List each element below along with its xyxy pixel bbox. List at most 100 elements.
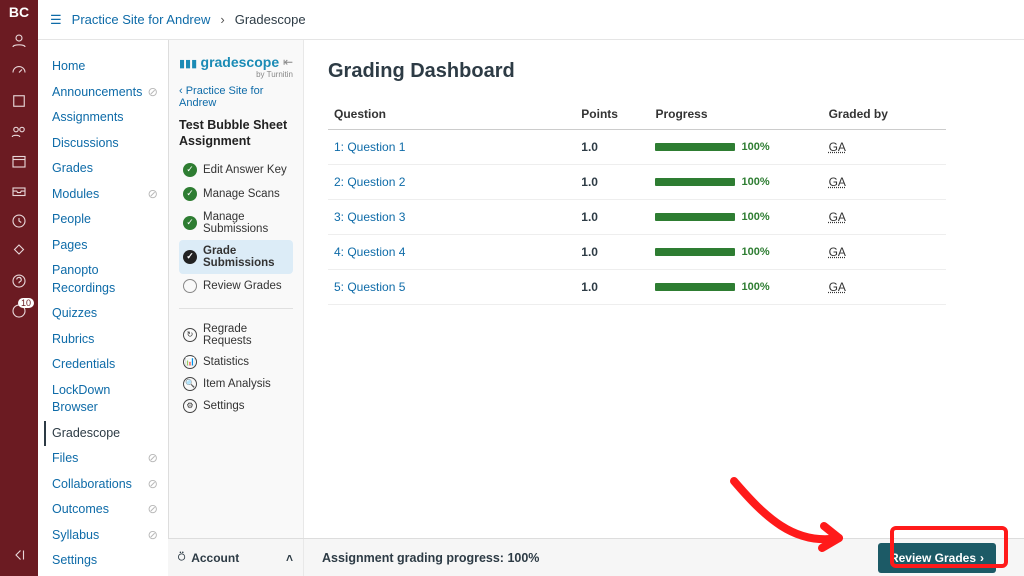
step-review-grades[interactable]: Review Grades: [179, 274, 293, 298]
nav-item-panopto-recordings[interactable]: Panopto Recordings: [52, 258, 158, 301]
nav-item-announcements[interactable]: Announcements⊘: [52, 80, 158, 106]
table-row: 2: Question 21.0100%GA: [328, 165, 946, 200]
nav-item-credentials[interactable]: Credentials: [52, 352, 158, 378]
graded-by-cell[interactable]: GA: [823, 165, 947, 200]
step-grade-submissions[interactable]: ✓Grade Submissions: [179, 240, 293, 274]
question-link[interactable]: 1: Question 1: [328, 130, 575, 165]
progress-cell: 100%: [649, 200, 822, 235]
nav-item-pages[interactable]: Pages: [52, 233, 158, 259]
points-cell: 1.0: [575, 130, 649, 165]
regrade-requests-icon: ↻: [183, 328, 197, 342]
chevron-right-icon: ›: [980, 551, 984, 565]
progress-bar: [655, 143, 735, 151]
points-cell: 1.0: [575, 235, 649, 270]
points-cell: 1.0: [575, 165, 649, 200]
notifications-icon[interactable]: 10: [10, 302, 28, 320]
current-step-icon: ✓: [183, 250, 197, 264]
progress-cell: 100%: [649, 270, 822, 305]
nav-item-gradescope[interactable]: Gradescope: [44, 421, 158, 447]
nav-item-home[interactable]: Home: [52, 54, 158, 80]
collapse-rail-icon[interactable]: [10, 546, 28, 564]
nav-item-rubrics[interactable]: Rubrics: [52, 327, 158, 353]
table-row: 4: Question 41.0100%GA: [328, 235, 946, 270]
gradescope-panel: ▮▮▮ gradescope ⇤ by Turnitin ‹ Practice …: [168, 40, 304, 538]
groups-icon[interactable]: [10, 122, 28, 140]
nav-item-assignments[interactable]: Assignments: [52, 105, 158, 131]
question-link[interactable]: 3: Question 3: [328, 200, 575, 235]
util-statistics[interactable]: 📊Statistics: [179, 351, 293, 373]
nav-item-files[interactable]: Files⊘: [52, 446, 158, 472]
step-manage-scans[interactable]: ✓Manage Scans: [179, 182, 293, 206]
inbox-icon[interactable]: [10, 182, 28, 200]
nav-item-lockdown-browser[interactable]: LockDown Browser: [52, 378, 158, 421]
assignment-title: Test Bubble Sheet Assignment: [179, 117, 293, 150]
chevron-up-icon: ˄: [286, 551, 293, 565]
menu-collapse-icon[interactable]: ⇤: [283, 55, 293, 69]
question-link[interactable]: 5: Question 5: [328, 270, 575, 305]
nav-item-grades[interactable]: Grades: [52, 156, 158, 182]
check-icon: ✓: [183, 163, 197, 177]
dashboard-icon[interactable]: [10, 62, 28, 80]
table-row: 5: Question 51.0100%GA: [328, 270, 946, 305]
points-cell: 1.0: [575, 270, 649, 305]
commons-icon[interactable]: [10, 242, 28, 260]
hamburger-icon[interactable]: ☰: [50, 12, 62, 28]
courses-icon[interactable]: [10, 92, 28, 110]
hidden-icon: ⊘: [148, 450, 158, 468]
graded-by-cell[interactable]: GA: [823, 235, 947, 270]
hidden-icon: ⊘: [148, 527, 158, 545]
course-nav: HomeAnnouncements⊘AssignmentsDiscussions…: [38, 40, 168, 576]
empty-circle-icon: [183, 279, 197, 293]
col-points: Points: [581, 107, 618, 121]
calendar-icon[interactable]: [10, 152, 28, 170]
nav-item-syllabus[interactable]: Syllabus⊘: [52, 523, 158, 549]
nav-item-settings[interactable]: Settings: [52, 548, 158, 574]
progress-bar: [655, 248, 735, 256]
chevron-right-icon: ›: [220, 12, 224, 27]
review-grades-button[interactable]: Review Grades›: [878, 543, 996, 573]
user-icon: ⍥: [178, 550, 185, 565]
gradescope-logo: ▮▮▮ gradescope: [179, 54, 279, 70]
question-link[interactable]: 4: Question 4: [328, 235, 575, 270]
graded-by-cell[interactable]: GA: [823, 130, 947, 165]
institution-logo[interactable]: BC: [9, 4, 29, 20]
nav-item-discussions[interactable]: Discussions: [52, 131, 158, 157]
hidden-icon: ⊘: [148, 476, 158, 494]
progress-cell: 100%: [649, 235, 822, 270]
page-title: Grading Dashboard: [328, 60, 1000, 83]
account-avatar-icon[interactable]: [10, 32, 28, 50]
back-to-course-link[interactable]: ‹ Practice Site for Andrew: [179, 85, 293, 109]
account-toggle[interactable]: ⍥Account ˄: [168, 539, 304, 576]
progress-bar: [655, 178, 735, 186]
step-manage-submissions[interactable]: ✓Manage Submissions: [179, 206, 293, 240]
settings-icon: ⚙: [183, 399, 197, 413]
nav-item-quizzes[interactable]: Quizzes: [52, 301, 158, 327]
util-item-analysis[interactable]: 🔍Item Analysis: [179, 373, 293, 395]
question-link[interactable]: 2: Question 2: [328, 165, 575, 200]
gradescope-byline: by Turnitin: [179, 70, 293, 79]
col-graded-by: Graded by: [829, 107, 888, 121]
nav-item-collaborations[interactable]: Collaborations⊘: [52, 472, 158, 498]
points-cell: 1.0: [575, 200, 649, 235]
graded-by-cell[interactable]: GA: [823, 270, 947, 305]
history-icon[interactable]: [10, 212, 28, 230]
step-edit-answer-key[interactable]: ✓Edit Answer Key: [179, 158, 293, 182]
nav-item-people[interactable]: People: [52, 207, 158, 233]
breadcrumb-course[interactable]: Practice Site for Andrew: [72, 12, 211, 27]
hidden-icon: ⊘: [148, 84, 158, 102]
main-content: Grading Dashboard Question Points Progre…: [304, 40, 1024, 538]
nav-item-outcomes[interactable]: Outcomes⊘: [52, 497, 158, 523]
breadcrumb-current: Gradescope: [235, 12, 306, 27]
progress-bar: [655, 283, 735, 291]
graded-by-cell[interactable]: GA: [823, 200, 947, 235]
nav-item-modules[interactable]: Modules⊘: [52, 182, 158, 208]
statistics-icon: 📊: [183, 355, 197, 369]
help-icon[interactable]: [10, 272, 28, 290]
table-row: 1: Question 11.0100%GA: [328, 130, 946, 165]
item-analysis-icon: 🔍: [183, 377, 197, 391]
hidden-icon: ⊘: [148, 501, 158, 519]
hidden-icon: ⊘: [148, 186, 158, 204]
progress-cell: 100%: [649, 130, 822, 165]
util-settings[interactable]: ⚙Settings: [179, 395, 293, 417]
util-regrade-requests[interactable]: ↻Regrade Requests: [179, 319, 293, 351]
